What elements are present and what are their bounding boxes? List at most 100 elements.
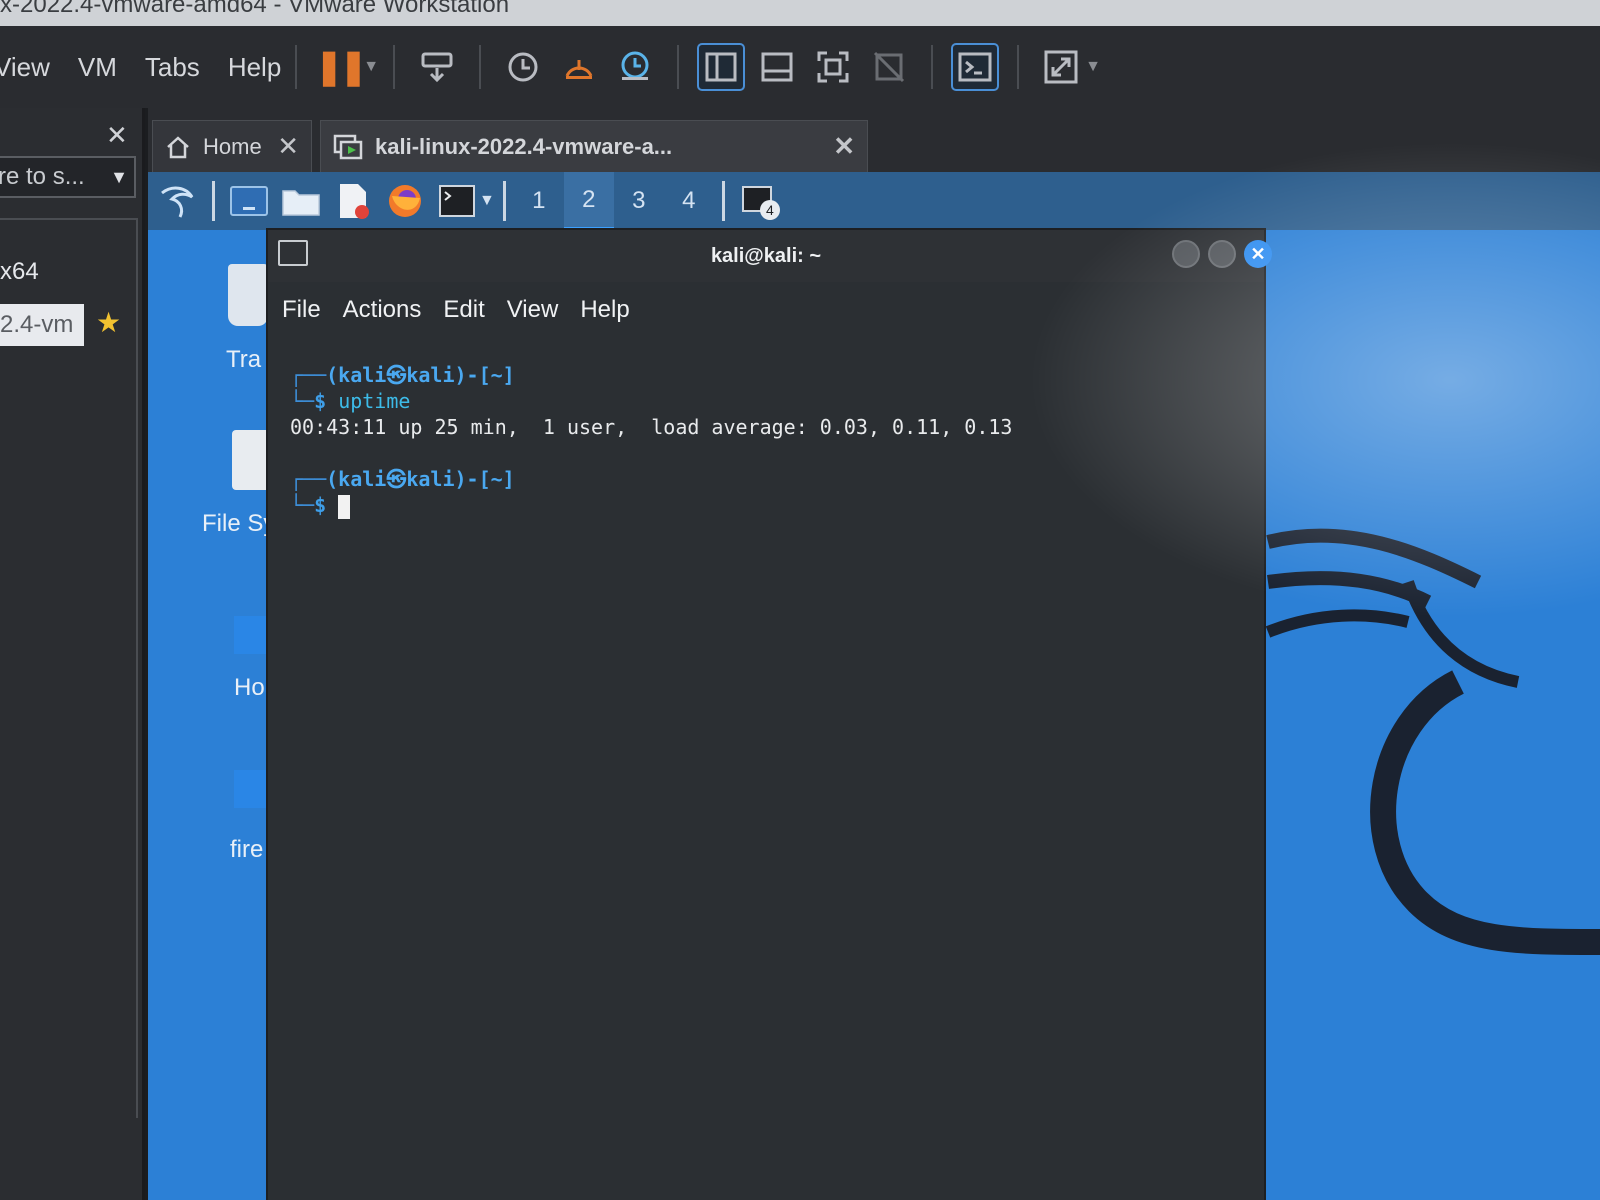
terminal-menu-actions[interactable]: Actions — [343, 296, 422, 324]
send-keys-icon[interactable] — [415, 45, 459, 89]
search-text: re to s... — [0, 163, 85, 190]
kali-menu-icon[interactable] — [155, 178, 201, 224]
console-view-icon[interactable] — [951, 43, 1000, 91]
library-item[interactable]: x64 — [0, 258, 39, 286]
pause-icon[interactable]: ❚❚ — [315, 45, 368, 89]
command-text: uptime — [338, 389, 411, 413]
prompt-line: ┌──(kali㉿kali)-[~] — [290, 466, 1264, 492]
library-search-field[interactable]: re to s... ▼ — [0, 156, 136, 198]
toolbar-separator — [677, 45, 680, 89]
firefox-desktop-icon[interactable] — [234, 770, 268, 808]
text-editor-icon[interactable] — [330, 178, 376, 224]
chevron-down-icon[interactable]: ▼ — [110, 158, 128, 196]
terminal-title: kali@kali: ~ — [710, 244, 822, 267]
tab-home[interactable]: Home ✕ — [152, 120, 312, 172]
revert-snapshot-icon[interactable] — [557, 45, 601, 89]
panel-separator — [502, 181, 506, 221]
text-cursor — [338, 494, 351, 519]
menu-vm[interactable]: VM — [78, 52, 117, 83]
tab-kali-vm[interactable]: kali-linux-2022.4-vmware-a... ✕ — [320, 120, 868, 172]
vm-icon — [333, 134, 363, 159]
close-icon[interactable]: ✕ — [277, 131, 299, 162]
command-line: └─$ uptime — [290, 388, 1264, 414]
library-item-selected[interactable]: 2.4-vm — [0, 304, 84, 346]
terminal-menu-help[interactable]: Help — [580, 296, 629, 324]
trash-desktop-icon[interactable] — [228, 264, 268, 326]
screen: x-2022.4-vmware-amd64 - VMware Workstati… — [0, 0, 1600, 1200]
command-output: 00:43:11 up 25 min, 1 user, load average… — [290, 415, 1013, 439]
task-list-icon[interactable]: 4 — [736, 178, 782, 224]
workspace-2[interactable]: 2 — [563, 172, 614, 230]
desktop-icon-label: Tra — [226, 346, 262, 373]
chevron-down-icon[interactable]: ▼ — [479, 192, 495, 210]
toolbar-separator — [931, 45, 934, 89]
menu-help[interactable]: Help — [228, 52, 281, 83]
prompt-corner: └─ — [290, 493, 315, 517]
panel-separator — [212, 181, 215, 221]
prompt-corner: └─ — [290, 389, 315, 413]
firefox-icon[interactable] — [382, 178, 428, 224]
terminal-menu-file[interactable]: File — [282, 296, 321, 324]
snapshot-manager-icon[interactable] — [613, 45, 657, 89]
guest-desktop: ▼ 1 2 3 4 4 Tra File Sy Ho fire kali@kal… — [148, 172, 1600, 1200]
terminal-title-bar[interactable]: kali@kali: ~ ✕ — [268, 230, 1272, 282]
star-icon: ★ — [96, 307, 122, 338]
vmware-toolbar: View VM Tabs Help ❚❚ ▼ ▼ — [0, 26, 1600, 108]
kali-dragon-wallpaper-icon — [1265, 528, 1600, 955]
desktop-icon-label: Ho — [234, 674, 265, 701]
close-button[interactable]: ✕ — [1244, 240, 1272, 268]
close-icon[interactable]: ✕ — [106, 120, 128, 151]
workspace-4[interactable]: 4 — [664, 172, 714, 230]
terminal-window: kali@kali: ~ ✕ File Actions Edit View He… — [266, 228, 1272, 1200]
terminal-menu-edit[interactable]: Edit — [443, 296, 484, 324]
tab-label: Home — [203, 133, 262, 159]
workspace-1[interactable]: 1 — [514, 172, 564, 230]
minimize-button[interactable] — [1172, 240, 1200, 268]
maximize-button[interactable] — [1208, 240, 1236, 268]
vmware-title-bar: x-2022.4-vmware-amd64 - VMware Workstati… — [0, 0, 1600, 26]
stretch-icon[interactable] — [1039, 45, 1083, 89]
desktop-icon-label: File Sy — [202, 510, 276, 537]
vmware-menu: View VM Tabs Help — [0, 52, 281, 83]
terminal-icon[interactable] — [434, 178, 480, 224]
home-icon — [167, 135, 189, 158]
chevron-down-icon[interactable]: ▼ — [1085, 58, 1101, 76]
prompt-user-host: (kali㉿kali)-[~] — [326, 363, 515, 387]
full-screen-icon[interactable] — [811, 45, 855, 89]
desktop-icon-label: fire — [230, 836, 264, 863]
workspace-3[interactable]: 3 — [614, 172, 664, 230]
snapshot-icon[interactable] — [501, 45, 545, 89]
tab-label: kali-linux-2022.4-vmware-a... — [375, 133, 673, 159]
toolbar-separator — [295, 45, 298, 89]
terminal-icon — [278, 240, 308, 266]
prompt-corner: ┌── — [290, 363, 327, 387]
toolbar-separator — [1017, 45, 1020, 89]
panel-separator — [721, 181, 725, 221]
chevron-down-icon[interactable]: ▼ — [363, 58, 379, 76]
home-desktop-icon[interactable] — [234, 616, 268, 654]
terminal-menubar: File Actions Edit View Help — [268, 282, 1264, 338]
library-view-icon[interactable] — [697, 43, 746, 91]
prompt-dollar: $ — [314, 389, 339, 413]
prompt-line: ┌──(kali㉿kali)-[~] — [290, 362, 1264, 388]
library-sidebar: ✕ re to s... ▼ x64 2.4-vm ★ — [0, 108, 145, 1200]
close-icon[interactable]: ✕ — [833, 131, 855, 162]
window-title: x-2022.4-vmware-amd64 - VMware Workstati… — [0, 0, 510, 18]
thumbnail-view-icon[interactable] — [755, 45, 799, 89]
prompt-corner: ┌── — [290, 467, 327, 491]
task-count-badge: 4 — [759, 200, 780, 220]
vm-tab-bar: Home ✕ kali-linux-2022.4-vmware-a... ✕ — [148, 108, 1600, 172]
menu-view[interactable]: View — [0, 52, 50, 83]
terminal-output[interactable]: ┌──(kali㉿kali)-[~] └─$ uptime 00:43:11 u… — [268, 338, 1264, 519]
prompt-user-host: (kali㉿kali)-[~] — [326, 467, 515, 491]
terminal-menu-view[interactable]: View — [507, 296, 559, 324]
toolbar-separator — [393, 45, 396, 89]
menu-tabs[interactable]: Tabs — [145, 52, 200, 83]
file-manager-icon[interactable] — [278, 178, 324, 224]
show-desktop-icon[interactable] — [226, 178, 272, 224]
xfce-panel: ▼ 1 2 3 4 4 — [148, 172, 1600, 230]
command-line: └─$ — [290, 492, 1264, 519]
toolbar-separator — [479, 45, 482, 89]
unity-icon[interactable] — [867, 45, 911, 89]
